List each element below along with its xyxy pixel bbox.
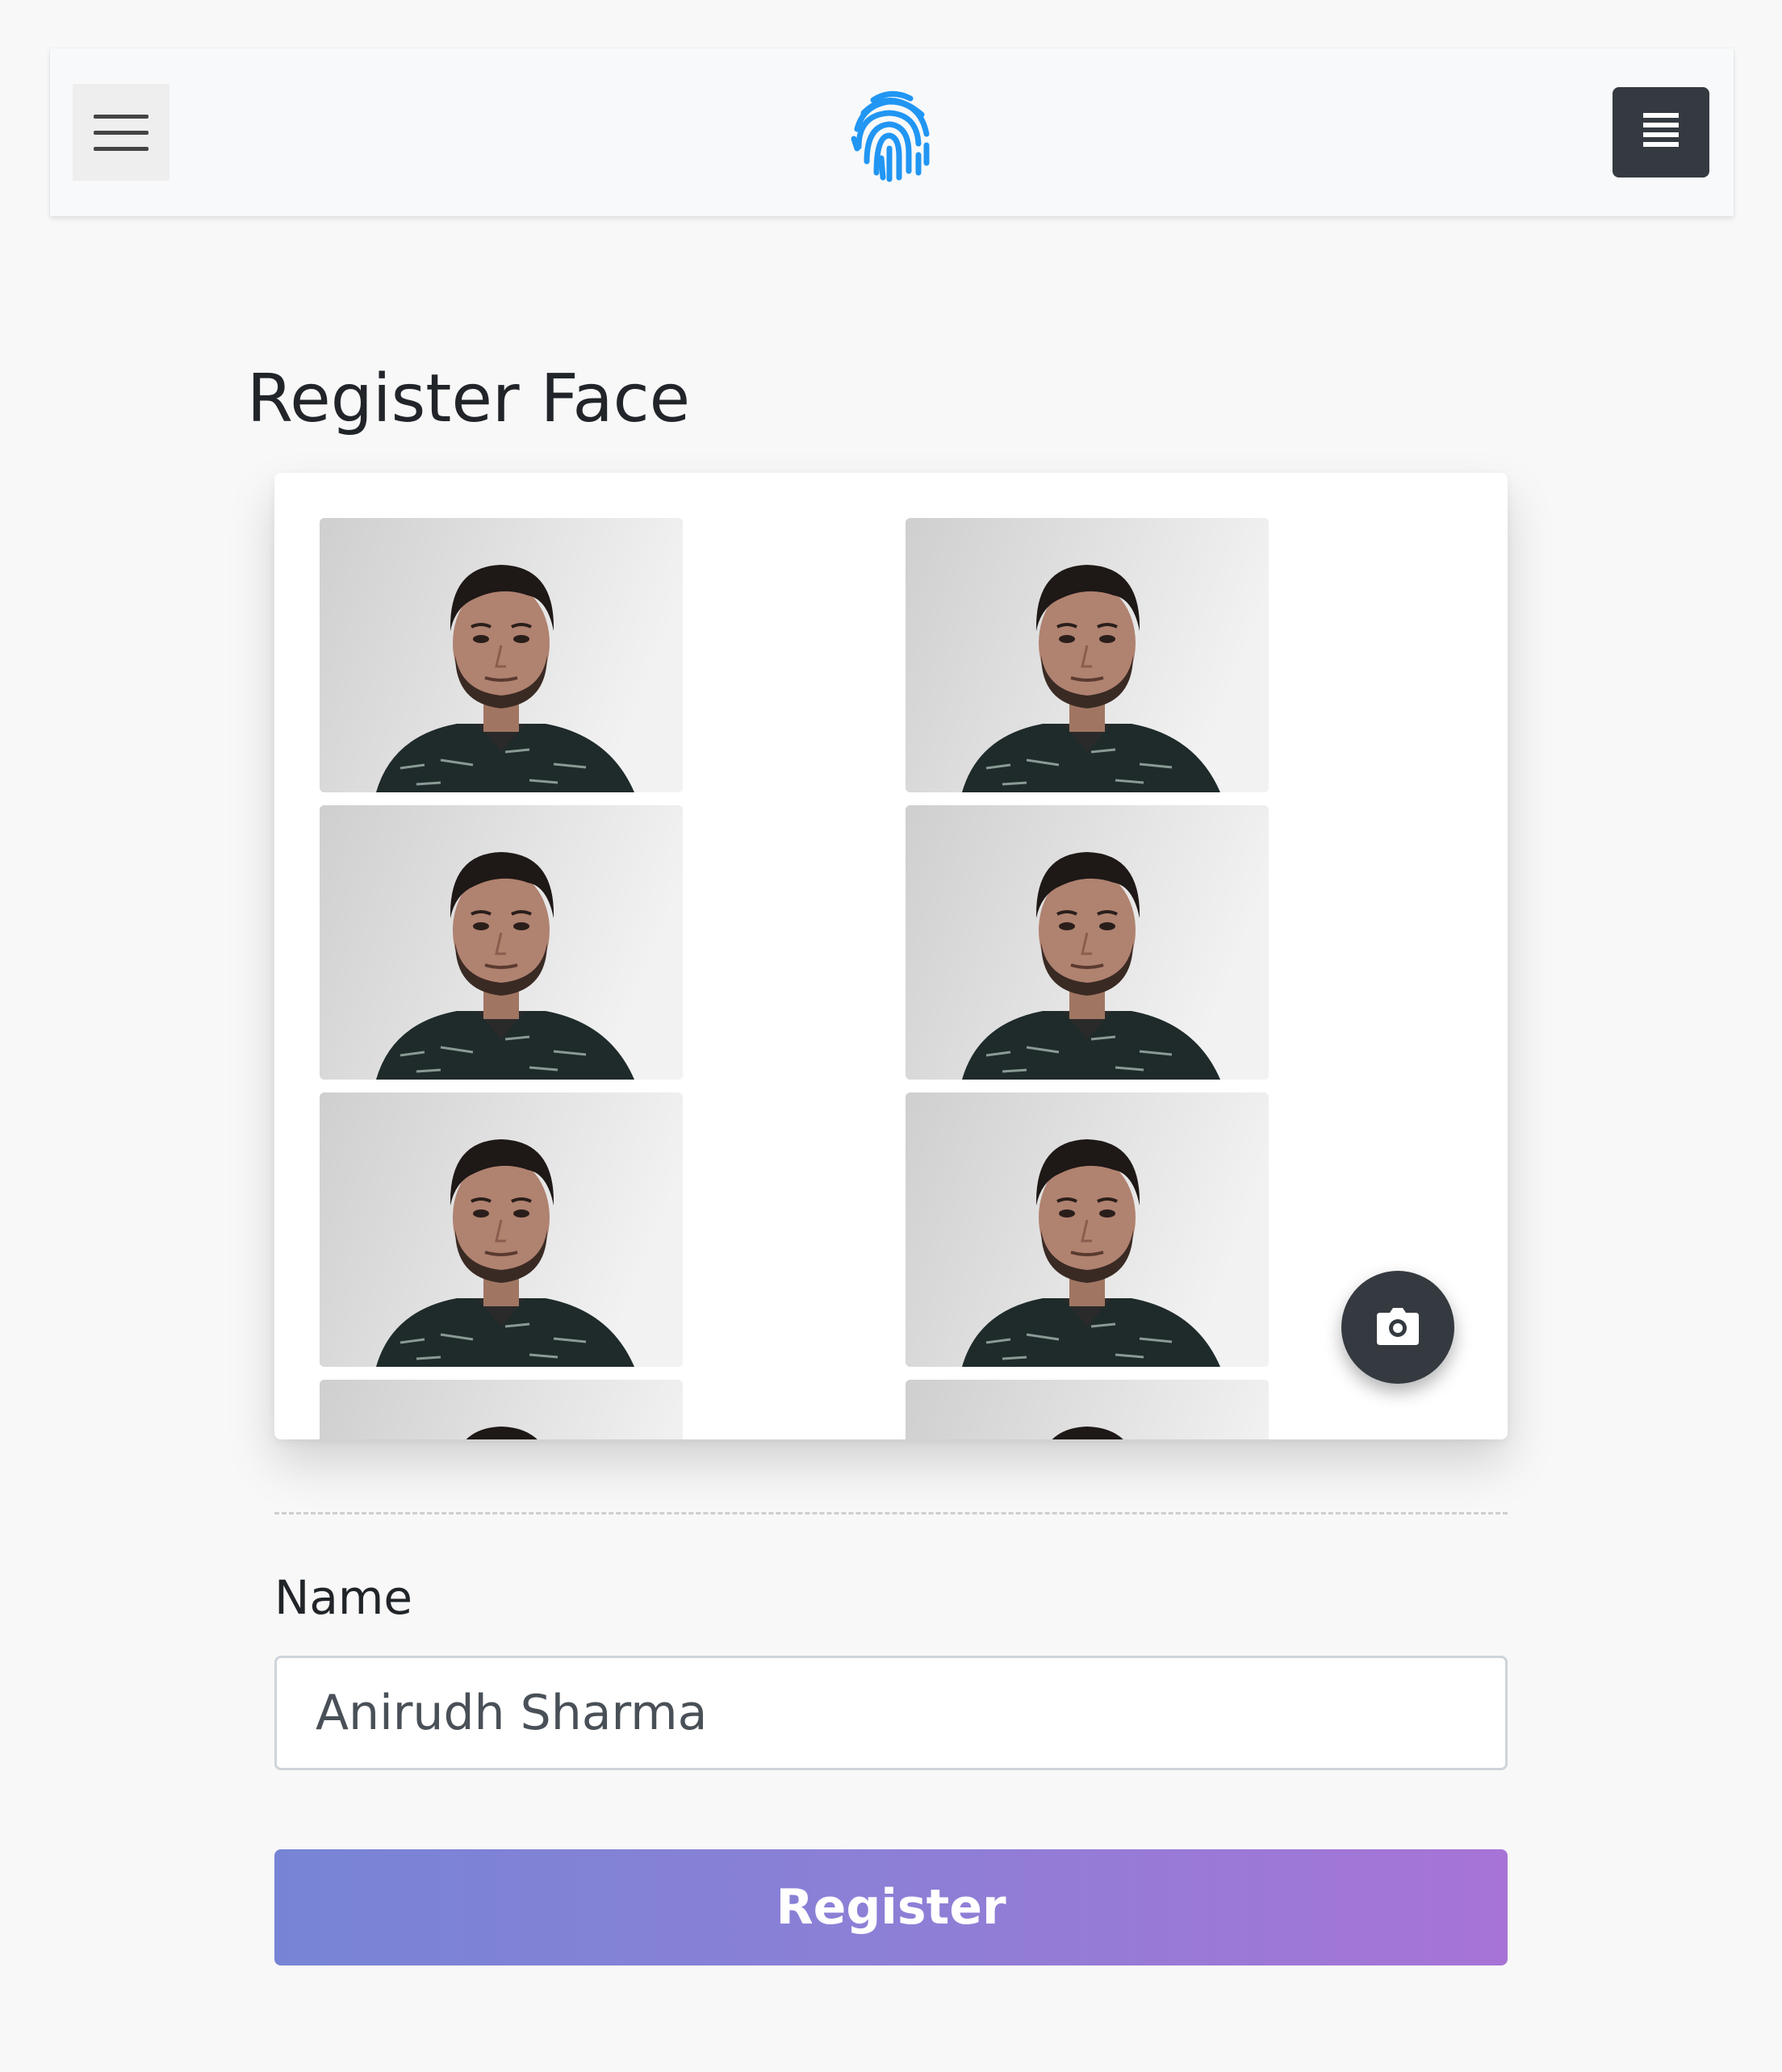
face-thumbnail <box>906 1380 1269 1439</box>
hamburger-icon-bar <box>94 115 148 119</box>
name-label: Name <box>274 1570 413 1625</box>
page-title: Register Face <box>247 361 691 437</box>
face-thumbnail <box>320 805 683 1080</box>
face-capture-gallery[interactable] <box>274 473 1508 1439</box>
top-navbar <box>50 48 1734 216</box>
hamburger-icon-bar <box>94 147 148 151</box>
face-thumbnail <box>906 518 1269 792</box>
camera-icon <box>1377 1308 1419 1345</box>
face-thumbnail <box>320 1092 683 1367</box>
hamburger-icon-bar <box>94 131 148 135</box>
sidebar-toggle-button[interactable] <box>73 84 169 181</box>
register-button[interactable]: Register <box>274 1849 1508 1965</box>
name-input[interactable] <box>274 1656 1508 1770</box>
list-icon-line <box>1643 123 1679 127</box>
list-icon-line <box>1643 113 1679 118</box>
face-thumbnail <box>320 1380 683 1439</box>
fingerprint-icon[interactable] <box>843 82 939 184</box>
face-thumbnail <box>320 518 683 792</box>
section-divider <box>274 1512 1508 1514</box>
list-icon-line <box>1643 132 1679 137</box>
list-menu-button[interactable] <box>1613 87 1709 178</box>
capture-photo-button[interactable] <box>1341 1271 1454 1384</box>
face-thumbnail <box>906 805 1269 1080</box>
list-icon-line <box>1643 142 1679 147</box>
face-thumbnail <box>906 1092 1269 1367</box>
